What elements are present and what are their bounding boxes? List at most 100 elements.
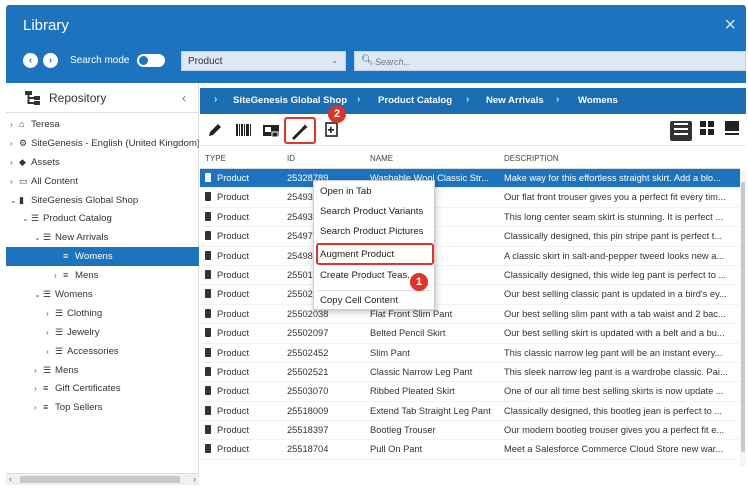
search-input[interactable] [375, 55, 735, 68]
tree-item[interactable]: › ☰ Accessories [6, 342, 199, 361]
product-icon [205, 289, 211, 299]
tree-item[interactable]: ⌄ ☰ Product Catalog [6, 209, 199, 228]
column-header-id[interactable]: ID [287, 154, 295, 163]
chevron-right-icon[interactable]: › [34, 362, 43, 380]
table-row[interactable]: Product 25502097 Belted Pencil Skirt Our be… [200, 324, 740, 344]
product-icon [205, 173, 211, 182]
table-row[interactable]: Product25502......PantOur best selling c… [200, 285, 740, 305]
tree-item[interactable]: › ⌂ Teresa [6, 115, 199, 134]
tree-item[interactable]: › ☰ Jewelry [6, 323, 199, 342]
edit-pencil-icon[interactable] [206, 122, 224, 138]
chevron-right-icon[interactable]: › [10, 116, 19, 134]
menu-item-search-product-pictures[interactable]: Search Product Pictures [320, 226, 423, 237]
table-row[interactable]: Product25493......sic PantOur flat front… [200, 188, 740, 208]
chevron-down-icon[interactable]: ⌄ [22, 210, 31, 228]
cell-description: One of our all time best selling skirts … [504, 386, 724, 397]
grid-view-button[interactable] [696, 121, 718, 141]
table-row[interactable]: Product 25501... Classically designed, thi… [200, 266, 740, 286]
scroll-right-icon[interactable]: › [193, 474, 196, 485]
chevron-right-icon[interactable]: › [10, 154, 19, 172]
cell-type: Product [205, 425, 285, 435]
chevron-right-icon[interactable]: › [34, 380, 43, 398]
table-row[interactable]: Product 25518704 Pull On Pant Meet a Salesf… [200, 440, 740, 460]
table-row[interactable]: Product25497......sic PantClassically de… [200, 227, 740, 247]
large-tile-view-button[interactable] [721, 121, 743, 141]
horizontal-scrollbar[interactable]: ‹ › [6, 473, 199, 485]
table-body: Product 25328789 Washable Wool Classic Str… [200, 169, 740, 460]
table-row[interactable]: Product 25328789 Washable Wool Classic Str… [200, 169, 740, 189]
column-header-type[interactable]: TYPE [205, 154, 226, 163]
barcode-icon[interactable] [235, 122, 253, 138]
cell-type-label: Product [217, 386, 250, 397]
chevron-right-icon[interactable]: › [34, 399, 43, 417]
tree-item[interactable]: › ≡ Gift Certificates [6, 379, 199, 398]
category-icon: ☰ [43, 232, 52, 243]
table-row[interactable]: Product25498......cil SkirtA classic ski… [200, 247, 740, 266]
product-icon [205, 328, 211, 338]
chevron-right-icon[interactable]: › [46, 305, 55, 323]
breadcrumb-item-new-arrivals[interactable]: New Arrivals [486, 95, 544, 106]
scrollbar-thumb[interactable] [20, 476, 180, 483]
breadcrumb-item-womens[interactable]: Womens [578, 95, 618, 106]
tree-item-label: SiteGenesis - English (United Kingdom) [31, 137, 199, 149]
tree-item[interactable]: › ≡ Top Sellers [6, 398, 199, 417]
search-box[interactable]: 🔍︎ [354, 51, 746, 71]
collapse-panel-icon[interactable]: ‹ [182, 91, 186, 105]
tree-item[interactable]: › ◆ Assets [6, 153, 199, 172]
augment-product-button[interactable] [284, 117, 316, 144]
close-icon[interactable]: × [724, 15, 736, 35]
augment-wand-icon [292, 124, 308, 140]
step-badge-1: 1 [410, 273, 428, 291]
menu-item-open-in-tab[interactable]: Open in Tab [320, 186, 372, 197]
chevron-right-icon[interactable]: › [10, 135, 19, 153]
cell-id: 25503070 [287, 386, 329, 397]
tree-item[interactable]: › ≡ Mens [6, 266, 199, 285]
tree-item[interactable]: ⌄ ▮ SiteGenesis Global Shop [6, 191, 199, 210]
table-row[interactable]: Product 25502521 Classic Narrow Leg Pant Th… [200, 363, 740, 383]
tree-item[interactable]: ≡ Womens [6, 247, 199, 267]
chevron-right-icon[interactable]: › [54, 267, 63, 285]
add-document-icon[interactable] [323, 122, 341, 138]
tree-item[interactable]: › ▭ All Content [6, 172, 199, 191]
column-header-name[interactable]: NAME [370, 154, 393, 163]
list-view-button[interactable] [670, 121, 692, 141]
tree-item[interactable]: ⌄ ☰ New Arrivals [6, 228, 199, 247]
menu-item-augment-product[interactable]: Augment Product [320, 249, 394, 260]
cell-type-label: Product [217, 289, 250, 300]
cell-type: Product [205, 211, 285, 222]
table-row[interactable]: Product 25503070 Ribbed Pleated Skirt One o… [200, 382, 740, 402]
chevron-down-icon[interactable]: ⌄ [34, 286, 43, 304]
table-row[interactable]: Product 25518397 Bootleg Trouser Our modern… [200, 421, 740, 441]
table-row[interactable]: Product 25518009 Extend Tab Straight Leg P… [200, 402, 740, 422]
search-mode-toggle[interactable] [137, 54, 165, 67]
vertical-scrollbar[interactable] [740, 170, 746, 466]
menu-item-copy-cell-content[interactable]: Copy Cell Content [320, 295, 398, 306]
search-type-value: Product [188, 56, 223, 67]
category-icon: ≡ [63, 270, 69, 281]
product-card-icon[interactable] [262, 122, 280, 138]
scrollbar-thumb[interactable] [741, 182, 745, 452]
tree-item[interactable]: › ☰ Mens [6, 361, 199, 380]
repository-header: Repository ‹ [6, 83, 198, 113]
table-row[interactable]: Product 25502038 Flat Front Slim Pant Our b… [200, 305, 740, 325]
cell-type-label: Product [217, 173, 250, 183]
chevron-down-icon[interactable]: ⌄ [34, 229, 43, 247]
chevron-right-icon[interactable]: › [46, 343, 55, 361]
tree-item[interactable]: ⌄ ☰ Womens [6, 285, 199, 304]
search-type-select[interactable]: Product ⌄ [181, 51, 346, 71]
breadcrumb-item-global-shop[interactable]: SiteGenesis Global Shop [233, 95, 347, 106]
column-header-description[interactable]: DESCRIPTION [504, 154, 559, 163]
chevron-right-icon[interactable]: › [10, 173, 19, 191]
breadcrumb-item-product-catalog[interactable]: Product Catalog [378, 95, 452, 106]
tree-item[interactable]: › ⚙ SiteGenesis - English (United Kingdom) [6, 134, 199, 153]
back-arrow-icon[interactable]: ‹ [23, 53, 38, 68]
tree-item[interactable]: › ☰ Clothing [6, 304, 199, 323]
chevron-right-icon[interactable]: › [46, 324, 55, 342]
chevron-down-icon[interactable]: ⌄ [10, 192, 19, 210]
table-row[interactable]: Product 25502452 Slim Pant This classic nar… [200, 344, 740, 363]
scroll-left-icon[interactable]: ‹ [9, 474, 12, 485]
menu-item-search-product-variants[interactable]: Search Product Variants [320, 206, 423, 217]
table-row[interactable]: Product25493......eam SkirtThis long cen… [200, 208, 740, 228]
forward-arrow-icon[interactable]: › [43, 53, 58, 68]
menu-item-create-product-teaser[interactable]: Create Product Teas... [320, 270, 415, 281]
